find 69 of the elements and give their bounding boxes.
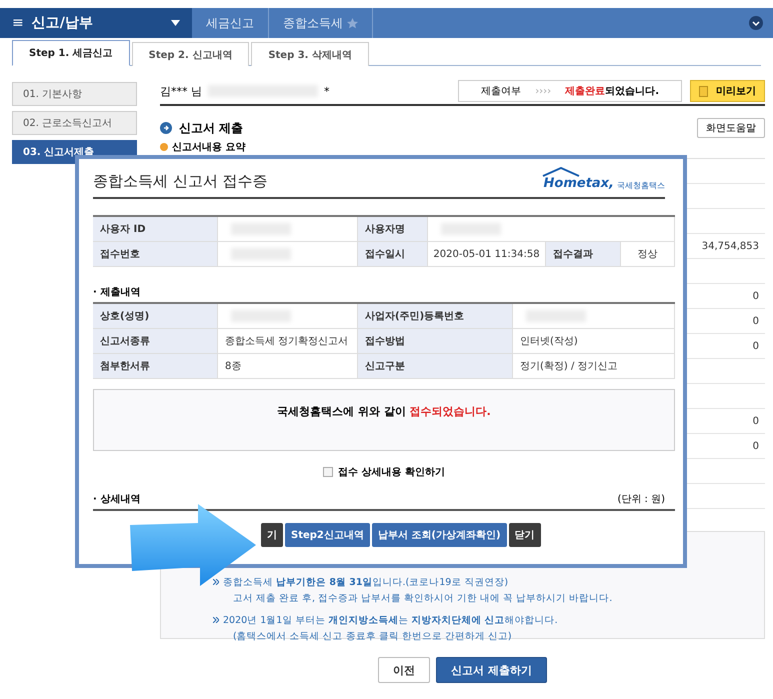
sidebar-item[interactable]: 02. 근로소득신고서 — [12, 111, 137, 135]
bullet-icon — [160, 143, 168, 151]
bullet-icon — [213, 579, 219, 585]
breadcrumb-link[interactable]: 종합소득세 — [269, 8, 373, 38]
field-label: 상호(성명) — [93, 304, 218, 329]
section-heading: · 상세내역 — [93, 493, 140, 504]
logo-text: Hometax, — [544, 176, 614, 191]
checkbox[interactable] — [323, 466, 334, 476]
amount-text: 0 — [752, 416, 759, 426]
field-label: 접수번호 — [93, 242, 218, 267]
field-label: 사용자명 — [358, 217, 428, 242]
step-tab[interactable]: Step 3. 삭제내역 — [251, 42, 369, 66]
field-value: 2020-05-01 11:34:58 — [428, 242, 546, 267]
arrow-right-icon — [160, 122, 172, 134]
notice-text: (홈택스에서 소득세 신고 종료후 클릭 한번으로 간편하게 신고) — [233, 630, 512, 643]
field-value: 인터넷(작성) — [513, 329, 675, 354]
notice-text: 고서 제출 완료 후, 접수증과 납부서를 확인하시어 기한 내에 꼭 납부하시기 바랍니다. — [233, 592, 612, 605]
field-label: 접수일시 — [358, 242, 428, 267]
previous-button[interactable]: 이전 — [378, 657, 430, 683]
status-message: 제출완료되었습니다. — [565, 85, 659, 98]
section-title: 신고서 제출 — [179, 120, 244, 136]
amount-text: 0 — [752, 340, 759, 352]
user-name-tail: * — [324, 84, 330, 98]
message-text: 국세청홈택스에 위와 같이 접수되었습니다. — [277, 404, 491, 420]
menu-icon[interactable]: ≡ — [12, 15, 24, 31]
field-label: 사업자(주민)등록번호 — [358, 304, 513, 329]
field-value: 종합소득세 정기확정신고서 — [218, 329, 358, 354]
dialog-title: 종합소득세 신고서 접수증 — [93, 172, 268, 191]
dialog-button[interactable]: 닫기 — [508, 523, 541, 547]
bullet-icon — [213, 617, 219, 623]
field-label: 신고구분 — [358, 354, 513, 379]
star-icon[interactable] — [347, 18, 358, 28]
step-tab[interactable]: Step 2. 신고내역 — [132, 42, 250, 66]
amount-text: 0 — [752, 440, 759, 452]
field-label: 접수방법 — [358, 329, 513, 354]
arrows-text: ›››› — [535, 86, 552, 96]
user-name: 김*** 님 — [160, 84, 202, 98]
submit-button[interactable]: 신고서 제출하기 — [436, 657, 547, 683]
roof-icon — [542, 167, 580, 177]
field-label: 신고서종류 — [93, 329, 218, 354]
preview-button[interactable]: 미리보기 — [690, 80, 765, 102]
field-label: 첨부한서류 — [93, 354, 218, 379]
caret-icon[interactable] — [171, 20, 180, 26]
step-tab[interactable]: Step 1. 세금신고 — [12, 40, 130, 66]
field-label: 사용자 ID — [93, 217, 218, 242]
dialog-button[interactable]: Step2신고내역 — [285, 523, 370, 547]
status-label: 제출여부 — [481, 85, 522, 98]
document-icon — [699, 86, 708, 96]
amount-text: 0 — [752, 316, 759, 326]
chevron-down-icon[interactable] — [749, 16, 763, 30]
field-value: 8종 — [218, 354, 358, 379]
amount-text: 34,754,853 — [702, 240, 759, 252]
subsection-title: 신고서내용 요약 — [172, 141, 246, 154]
amount-text: 0 — [752, 290, 759, 302]
checkbox-label[interactable]: 접수 상세내용 확인하기 — [338, 464, 445, 478]
breadcrumb-link[interactable]: 세금신고 — [192, 8, 269, 38]
sidebar-item[interactable]: 01. 기본사항 — [12, 82, 137, 106]
field-value: 정상 — [621, 242, 675, 267]
menu-title: 신고/납부 — [32, 14, 94, 32]
field-label: 접수결과 — [546, 242, 621, 267]
logo-subtext: 국세청홈택스 — [617, 180, 665, 191]
notice-text: 종합소득세 납부기한은 8월 31일입니다.(코로나19로 직권연장) — [223, 576, 508, 589]
notice-text: 2020년 1월1일 부터는 개인지방소득세는 지방자치단체에 신고해야합니다. — [223, 614, 558, 627]
help-button[interactable]: 화면도움말 — [697, 118, 765, 138]
dialog-button[interactable]: 납부서 조회(가상계좌확인) — [372, 523, 507, 547]
field-value: 정기(확정) / 정기신고 — [513, 354, 675, 379]
section-heading: · 제출내역 — [93, 286, 140, 297]
unit-text: (단위 : 원) — [617, 493, 665, 504]
dialog-button[interactable]: 기 — [261, 523, 283, 547]
